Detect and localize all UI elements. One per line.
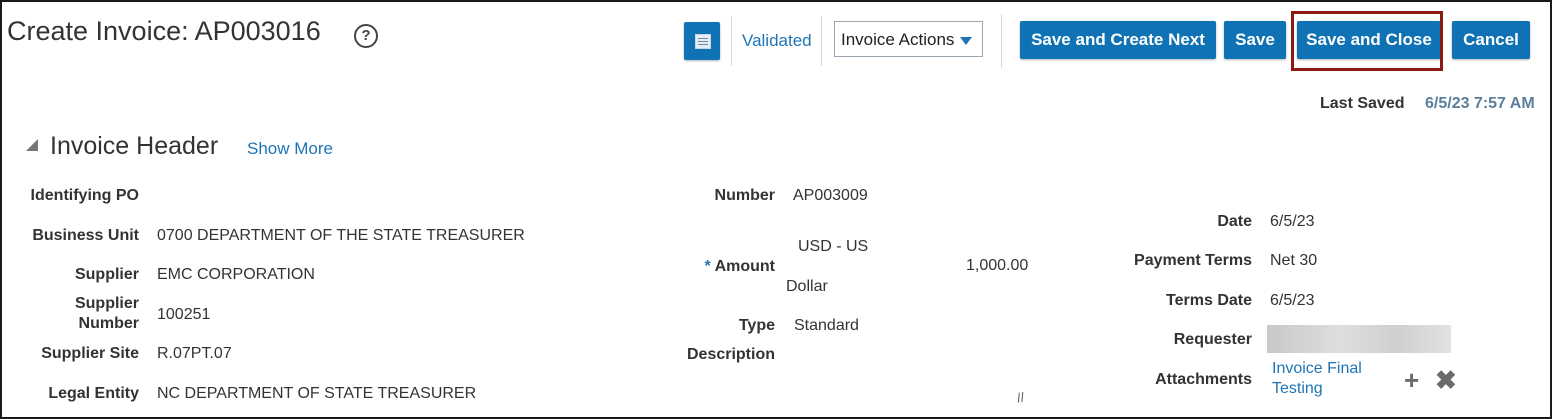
amount-label: Amount — [714, 258, 775, 275]
supplier-number-label-line2: Number — [78, 315, 139, 332]
date-value: 6/5/23 — [1270, 213, 1315, 230]
save-button[interactable]: Save — [1224, 21, 1286, 59]
supplier-number-value: 100251 — [157, 306, 211, 323]
attachments-label: Attachments — [1155, 371, 1252, 388]
section-title: Invoice Header — [50, 132, 219, 160]
required-asterisk: * — [704, 258, 711, 275]
supplier-site-label: Supplier Site — [41, 345, 139, 362]
supplier-number-label-line1: Supplier — [74, 295, 139, 312]
business-unit-label: Business Unit — [32, 227, 139, 244]
validated-status-link[interactable]: Validated — [742, 31, 812, 51]
chevron-down-icon — [960, 37, 972, 45]
currency-line1: USD - US — [798, 238, 869, 255]
currency-line2: Dollar — [786, 278, 828, 295]
supplier-number-label: Supplier Number — [75, 295, 139, 333]
divider — [1001, 14, 1002, 68]
requester-value-redacted — [1267, 325, 1451, 353]
attachment-link-line2[interactable]: Testing — [1272, 380, 1323, 398]
number-value: AP003009 — [793, 187, 868, 204]
business-unit-value: 0700 DEPARTMENT OF THE STATE TREASURER — [157, 227, 525, 244]
invoice-actions-dropdown[interactable]: Invoice Actions — [834, 21, 983, 57]
date-label: Date — [1217, 213, 1252, 230]
divider — [821, 16, 822, 66]
payment-terms-value: Net 30 — [1270, 252, 1318, 269]
save-and-create-next-button[interactable]: Save and Create Next — [1020, 21, 1216, 59]
type-value: Standard — [794, 317, 859, 334]
attachment-link-line1[interactable]: Invoice Final — [1272, 360, 1362, 378]
description-label: Description — [686, 346, 775, 363]
document-icon — [695, 34, 711, 49]
document-icon-button[interactable] — [684, 22, 720, 60]
add-icon[interactable]: + — [1404, 367, 1419, 393]
amount-value: 1,000.00 — [966, 257, 1029, 274]
terms-date-value: 6/5/23 — [1270, 292, 1315, 309]
show-more-link[interactable]: Show More — [247, 139, 333, 159]
legal-entity-value: NC DEPARTMENT OF STATE TREASURER — [157, 385, 477, 402]
highlight-box — [1291, 11, 1443, 71]
help-icon[interactable]: ? — [354, 24, 378, 48]
supplier-label: Supplier — [74, 266, 139, 283]
invoice-actions-label: Invoice Actions — [841, 30, 955, 49]
supplier-value: EMC CORPORATION — [157, 266, 315, 283]
delete-icon[interactable]: ✖ — [1435, 367, 1457, 393]
number-label: Number — [714, 187, 775, 204]
type-label: Type — [738, 317, 775, 334]
identifying-po-label: Identifying PO — [30, 187, 139, 204]
invoice-window: Create Invoice: AP003016 ? Validated Inv… — [0, 0, 1552, 419]
amount-label-group: * Amount — [704, 258, 775, 276]
resize-handle-icon[interactable]: // — [1016, 389, 1026, 405]
last-saved-label: Last Saved — [1320, 95, 1405, 112]
cancel-button[interactable]: Cancel — [1452, 21, 1530, 59]
page-title: Create Invoice: AP003016 — [7, 16, 321, 46]
requester-label: Requester — [1173, 331, 1252, 348]
last-saved-value: 6/5/23 7:57 AM — [1425, 95, 1535, 112]
payment-terms-label: Payment Terms — [1134, 252, 1252, 269]
collapse-triangle-icon[interactable] — [26, 139, 38, 151]
terms-date-label: Terms Date — [1166, 292, 1252, 309]
supplier-site-value: R.07PT.07 — [157, 345, 232, 362]
legal-entity-label: Legal Entity — [48, 385, 139, 402]
divider — [731, 16, 732, 66]
